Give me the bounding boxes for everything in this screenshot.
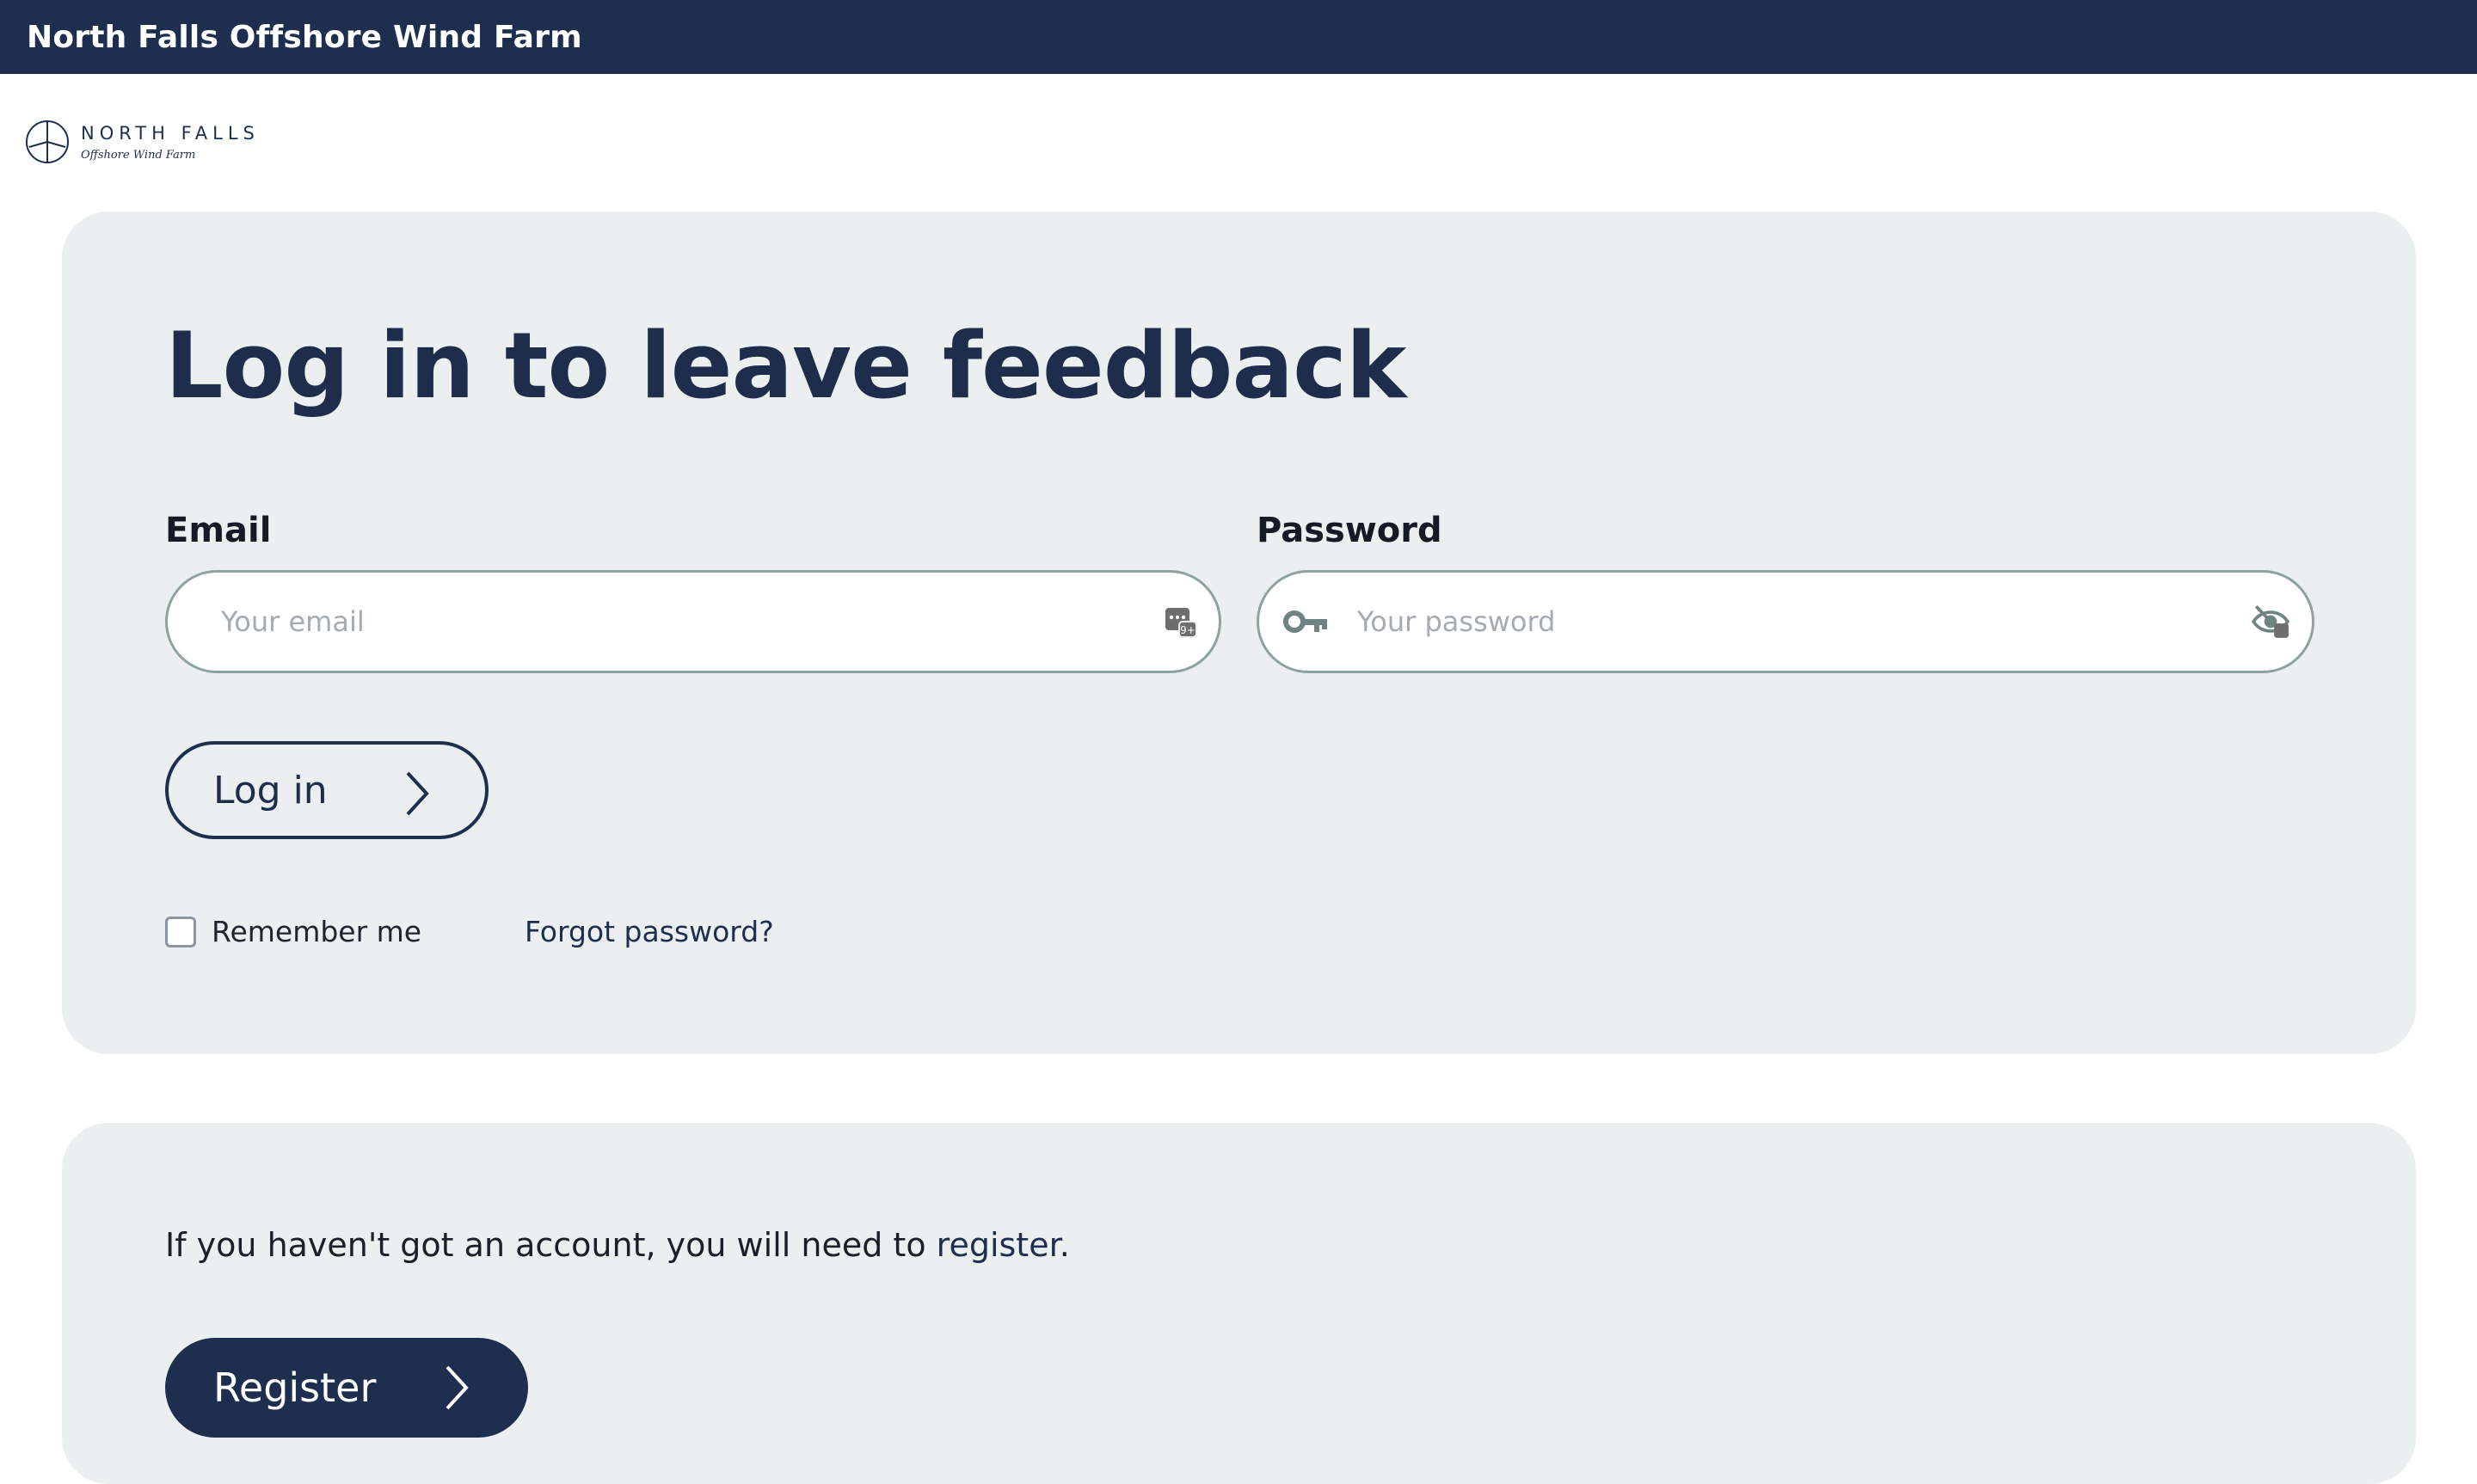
password-manager-icon[interactable]: 9+ <box>1162 603 1200 641</box>
register-prompt-prefix: If you haven't got an account, you will … <box>165 1226 937 1264</box>
site-title: North Falls Offshore Wind Farm <box>27 19 582 55</box>
chevron-right-icon <box>406 771 429 816</box>
register-card: If you haven't got an account, you will … <box>62 1123 2416 1484</box>
email-field-wrapper: 9+ <box>165 570 1221 673</box>
password-label: Password <box>1257 511 1442 550</box>
login-button-label: Log in <box>213 768 328 813</box>
register-prompt: If you haven't got an account, you will … <box>165 1226 1070 1264</box>
page-title: Log in to leave feedback <box>165 313 1406 419</box>
logo-text: NORTH FALLS Offshore Wind Farm <box>81 123 260 162</box>
eye-hidden-icon[interactable] <box>2248 602 2293 641</box>
register-button[interactable]: Register <box>165 1338 528 1438</box>
login-card: Log in to leave feedback Email 9+ Passwo… <box>62 212 2416 1054</box>
login-button[interactable]: Log in <box>165 741 489 839</box>
logo-main-text: NORTH FALLS <box>81 122 260 144</box>
password-input[interactable] <box>1355 573 2248 671</box>
register-button-label: Register <box>213 1364 377 1411</box>
forgot-password-link[interactable]: Forgot password? <box>525 915 774 948</box>
register-link[interactable]: register <box>937 1226 1060 1264</box>
logo-sub-text: Offshore Wind Farm <box>81 148 196 162</box>
password-field-wrapper <box>1257 570 2314 673</box>
wind-turbine-icon <box>26 120 69 163</box>
remember-me: Remember me <box>165 915 421 948</box>
chevron-right-icon <box>446 1365 469 1410</box>
svg-text:9+: 9+ <box>1180 624 1195 636</box>
register-prompt-suffix: . <box>1059 1226 1070 1264</box>
site-logo[interactable]: NORTH FALLS Offshore Wind Farm <box>24 119 260 165</box>
remember-me-checkbox[interactable] <box>165 916 196 947</box>
remember-me-label[interactable]: Remember me <box>212 915 421 948</box>
key-icon <box>1283 610 1327 633</box>
email-label: Email <box>165 511 272 550</box>
email-input[interactable] <box>219 573 1162 671</box>
top-bar: North Falls Offshore Wind Farm <box>0 0 2477 74</box>
